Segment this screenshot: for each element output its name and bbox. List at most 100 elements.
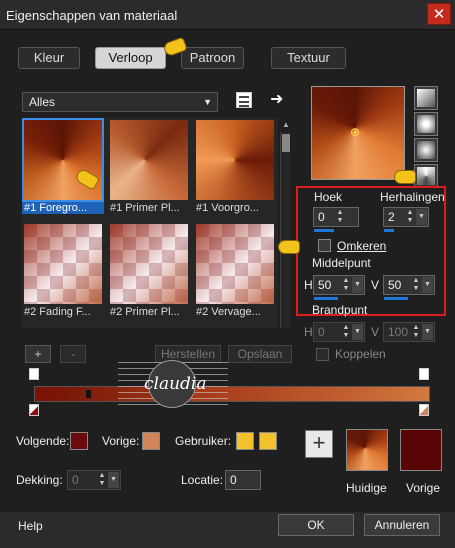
color-stop-start[interactable]	[29, 404, 39, 416]
style-linear-button[interactable]	[414, 86, 438, 110]
vorige-big-swatch[interactable]	[400, 429, 442, 471]
hoek-label: Hoek	[314, 190, 343, 204]
cancel-button[interactable]: Annuleren	[364, 514, 440, 536]
locatie-input[interactable]: 0	[225, 470, 261, 490]
remove-stop-button[interactable]: -	[60, 345, 86, 363]
gradient-grid: #1 Foregro... #1 Primer Pl... #1 Voorgro…	[22, 118, 278, 328]
help-link[interactable]: Help	[18, 519, 43, 533]
koppelen-label: Koppelen	[335, 347, 386, 361]
herhalingen-input[interactable]: 2 ▲ ▼ ▼	[383, 207, 429, 227]
gradient-item[interactable]: #1 Voorgro...	[194, 118, 276, 214]
brandpunt-h-input[interactable]: 0 ▲ ▼ ▼	[313, 322, 365, 342]
add-gradient-button[interactable]: +	[305, 430, 333, 458]
pointer-hand-icon	[394, 170, 416, 184]
gradient-preview[interactable]: ⊕	[311, 86, 405, 180]
library-icon[interactable]	[236, 92, 252, 108]
spin-arrows-icon[interactable]: ▲ ▼	[411, 277, 421, 293]
gradient-item[interactable]: #2 Primer Pl...	[108, 222, 190, 318]
hoek-input[interactable]: 0 ▲ ▼	[313, 207, 359, 227]
middelpunt-v-label: V	[371, 278, 380, 292]
opacity-stop-start[interactable]	[29, 368, 39, 380]
vorige-big-label: Vorige	[406, 481, 441, 495]
close-button[interactable]: ✕	[427, 3, 451, 25]
gradient-scrollbar[interactable]: ▲	[280, 120, 290, 328]
spin-arrows-icon[interactable]: ▲ ▼	[411, 324, 421, 340]
spin-arrows-icon[interactable]: ▲ ▼	[341, 324, 351, 340]
volgende-swatch[interactable]	[70, 432, 88, 450]
add-stop-button[interactable]: +	[25, 345, 51, 363]
spin-arrows-icon[interactable]: ▲ ▼	[405, 209, 415, 225]
dropdown-icon[interactable]: ▼	[352, 277, 363, 293]
hoek-slider[interactable]	[314, 229, 334, 232]
omkeren-label: Omkeren	[337, 239, 387, 253]
huidige-swatch[interactable]	[346, 429, 388, 471]
opacity-stop-end[interactable]	[419, 368, 429, 380]
dropdown-icon[interactable]: ▼	[416, 209, 427, 225]
spin-arrows-icon[interactable]: ▲ ▼	[97, 472, 107, 488]
koppelen-checkbox[interactable]	[316, 348, 329, 361]
ok-button[interactable]: OK	[278, 514, 354, 536]
style-radial-button[interactable]	[414, 138, 438, 162]
middelpunt-h-input[interactable]: 50 ▲ ▼ ▼	[313, 275, 365, 295]
gradient-item[interactable]: #1 Primer Pl...	[108, 118, 190, 214]
omkeren-checkbox[interactable]	[318, 239, 331, 252]
scroll-thumb[interactable]	[282, 134, 290, 152]
volgende-label: Volgende:	[16, 434, 70, 448]
brandpunt-h-label: H	[304, 325, 313, 339]
opslaan-button[interactable]: Opslaan	[228, 345, 292, 363]
middelpunt-label: Middelpunt	[312, 256, 371, 270]
scroll-up-icon[interactable]: ▲	[281, 120, 291, 130]
gradient-thumbnail	[110, 224, 188, 304]
middelpunt-v-value: 50	[388, 278, 402, 292]
window-title: Eigenschappen van materiaal	[6, 8, 178, 23]
category-select[interactable]: Alles ▼	[22, 92, 218, 112]
color-stop-end[interactable]	[419, 404, 429, 416]
gradient-thumbnail	[110, 120, 188, 200]
tab-textuur[interactable]: Textuur	[271, 47, 346, 69]
gradient-item[interactable]: #1 Foregro...	[22, 118, 104, 214]
dropdown-icon[interactable]: ▼	[352, 324, 363, 340]
dropdown-icon[interactable]: ▼	[422, 324, 433, 340]
gradient-label: #1 Primer Pl...	[110, 202, 180, 214]
spin-arrows-icon[interactable]: ▲ ▼	[341, 277, 351, 293]
brandpunt-label: Brandpunt	[312, 303, 368, 317]
watermark-text: claudia	[144, 374, 207, 394]
arrow-right-icon[interactable]: ➜	[270, 89, 283, 109]
tab-verloop[interactable]: Verloop	[95, 47, 166, 69]
brandpunt-h-value: 0	[318, 325, 325, 339]
brandpunt-v-input[interactable]: 100 ▲ ▼ ▼	[383, 322, 435, 342]
dekking-input[interactable]: 0 ▲ ▼ ▼	[67, 470, 121, 490]
middelpunt-h-value: 50	[318, 278, 332, 292]
tab-patroon[interactable]: Patroon	[181, 47, 244, 69]
hoek-value: 0	[318, 210, 325, 224]
gradient-item[interactable]: #2 Vervage...	[194, 222, 276, 318]
vorige-swatch[interactable]	[142, 432, 160, 450]
gebruiker-swatch-2[interactable]	[259, 432, 277, 450]
middelpunt-h-label: H	[304, 278, 313, 292]
middelpunt-v-slider[interactable]	[384, 297, 408, 300]
middelpunt-v-input[interactable]: 50 ▲ ▼ ▼	[383, 275, 435, 295]
spin-arrows-icon[interactable]: ▲ ▼	[335, 209, 345, 225]
gradient-label: #1 Voorgro...	[196, 202, 259, 214]
locatie-label: Locatie:	[181, 473, 224, 487]
dropdown-icon[interactable]: ▼	[422, 277, 433, 293]
gebruiker-swatch-1[interactable]	[236, 432, 254, 450]
brandpunt-v-label: V	[371, 325, 380, 339]
midpoint-marker[interactable]	[86, 390, 91, 398]
gradient-label: #2 Primer Pl...	[110, 306, 180, 318]
gradient-thumbnail	[24, 224, 102, 304]
gradient-bar[interactable]	[34, 386, 430, 402]
gradient-item[interactable]: #2 Fading F...	[22, 222, 104, 318]
style-rectangular-button[interactable]	[414, 112, 438, 136]
style-sunburst-button[interactable]	[414, 164, 438, 188]
chevron-down-icon: ▼	[203, 97, 212, 107]
dropdown-icon[interactable]: ▼	[108, 472, 119, 488]
dekking-value: 0	[72, 473, 79, 487]
tab-kleur[interactable]: Kleur	[18, 47, 80, 69]
herhalingen-slider[interactable]	[384, 229, 394, 232]
middelpunt-h-slider[interactable]	[314, 297, 338, 300]
category-value: Alles	[29, 95, 56, 109]
huidige-label: Huidige	[346, 481, 387, 495]
brandpunt-v-value: 100	[388, 325, 409, 339]
herhalingen-value: 2	[388, 210, 395, 224]
